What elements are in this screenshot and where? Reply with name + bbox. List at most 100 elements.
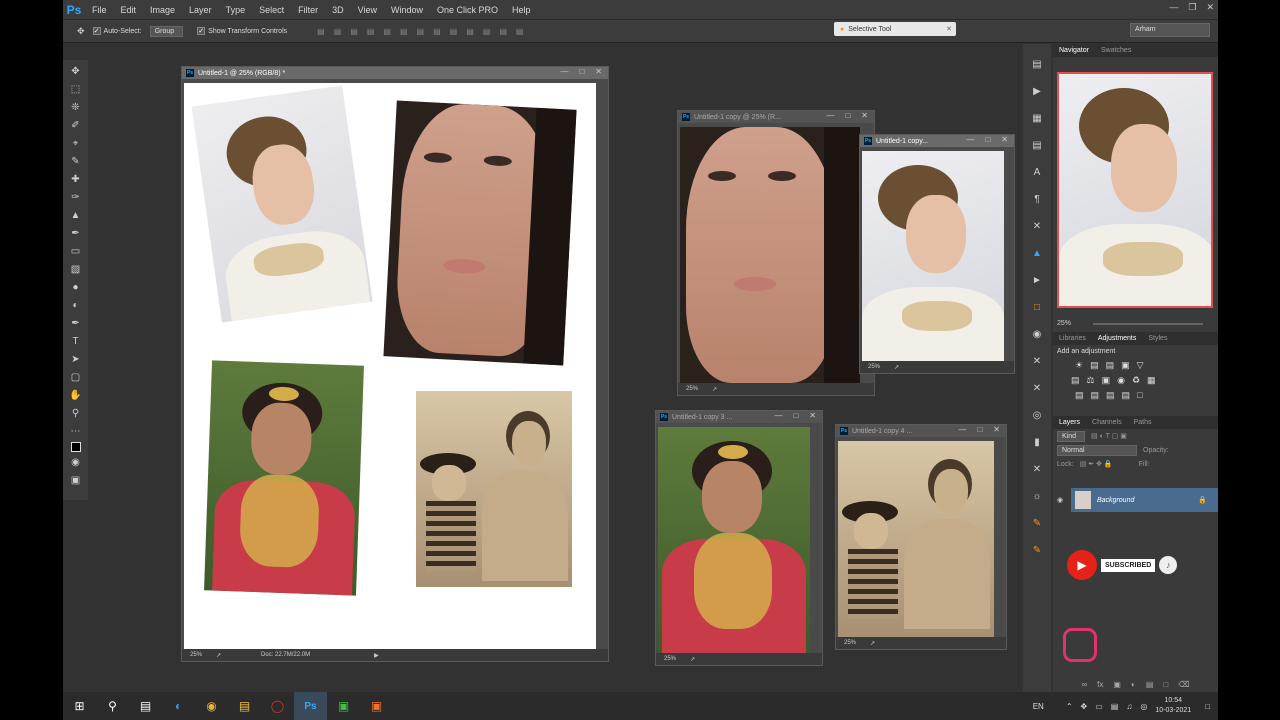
language-indicator[interactable]: EN	[1033, 702, 1044, 711]
selective-color-icon[interactable]: □	[1137, 390, 1142, 401]
mask-icon[interactable]: ▣	[1113, 680, 1121, 689]
align-bottom-icon[interactable]: ▤	[350, 27, 358, 36]
menu-file[interactable]: File	[85, 5, 114, 15]
tool-presets-icon[interactable]: ✕	[1033, 216, 1041, 237]
chrome-icon[interactable]: ◉	[195, 692, 228, 720]
canvas[interactable]	[184, 83, 596, 651]
filter-icons[interactable]: ▤ ◐ T ▢ ▣	[1091, 432, 1127, 440]
document-window-copy3[interactable]: Ps Untitled-1 copy 3 ... — □ ✕ 25% ↗	[655, 410, 823, 666]
close-icon[interactable]: ✕	[1206, 2, 1214, 13]
photoshop-taskbar-icon[interactable]: Ps	[294, 692, 327, 720]
menu-filter[interactable]: Filter	[291, 5, 325, 15]
history-brush-icon[interactable]: ✒	[71, 226, 79, 241]
align-top-icon[interactable]: ▤	[317, 27, 325, 36]
plugin-icon[interactable]: ►	[1032, 270, 1042, 291]
shape-tool-icon[interactable]: ▢	[71, 370, 80, 385]
photo-face-closeup[interactable]	[383, 100, 577, 366]
kind-filter-dropdown[interactable]: Kind	[1057, 430, 1086, 442]
workspace-switcher[interactable]: Arham	[1130, 23, 1210, 37]
move-tool-icon[interactable]: ✥	[71, 64, 79, 79]
share-icon[interactable]: ↗	[712, 386, 717, 393]
maximize-icon[interactable]: □	[793, 411, 798, 420]
menu-3d[interactable]: 3D	[325, 5, 351, 15]
lasso-tool-icon[interactable]: ❊	[71, 100, 79, 115]
bluetooth-icon[interactable]: ✥	[1081, 702, 1088, 711]
distribute-icon[interactable]: ▤	[417, 27, 425, 36]
menu-one-click-pro[interactable]: One Click PRO	[430, 5, 505, 15]
task-view-icon[interactable]: ▤	[129, 692, 162, 720]
tab-adjustments[interactable]: Adjustments	[1092, 335, 1143, 342]
document-tab[interactable]: Ps Untitled-1 @ 25% (RGB/8) * — □ ✕	[182, 67, 608, 79]
gradient-map-icon[interactable]: ▤	[1122, 390, 1131, 401]
subscribe-button[interactable]: SUBSCRIBED	[1101, 558, 1156, 572]
auto-select-option[interactable]: ✓ Auto-Select:	[92, 27, 142, 35]
tab-styles[interactable]: Styles	[1142, 335, 1173, 342]
document-tab[interactable]: Ps Untitled-1 copy 4 ... — □ ✕	[836, 425, 1006, 437]
search-icon[interactable]: ⚲	[96, 692, 129, 720]
notification-icon[interactable]: □	[1205, 702, 1210, 711]
file-explorer-icon[interactable]: ▤	[228, 692, 261, 720]
pen-tool-icon[interactable]: ✒	[71, 316, 79, 331]
hand-tool-icon[interactable]: ✋	[69, 388, 81, 403]
tools-icon[interactable]: ✕	[1033, 459, 1041, 480]
zoom-tool-icon[interactable]: ⚲	[72, 406, 79, 421]
color-wheel-icon[interactable]: ◉	[1033, 324, 1042, 345]
dodge-tool-icon[interactable]: ◐	[72, 298, 78, 313]
color-lookup-icon[interactable]: ▦	[1147, 375, 1156, 386]
path-select-tool-icon[interactable]: ➤	[71, 352, 79, 367]
plugin-icon[interactable]: ☼	[1032, 486, 1041, 507]
adjustment-layer-icon[interactable]: ◐	[1131, 680, 1136, 689]
posterize-icon[interactable]: ▤	[1091, 390, 1100, 401]
camtasia-icon[interactable]: ▣	[327, 692, 360, 720]
photo-vintage-family[interactable]	[838, 441, 994, 637]
screen-mode-icon[interactable]: ▣	[71, 473, 80, 488]
document-tab[interactable]: Ps Untitled-1 copy... — □ ✕	[860, 135, 1014, 147]
brush-plugin-icon[interactable]: ✎	[1033, 540, 1041, 561]
visibility-eye-icon[interactable]: ◉	[1057, 496, 1063, 504]
share-icon[interactable]: ↗	[894, 364, 899, 371]
share-icon[interactable]: ↗	[690, 656, 695, 663]
clock[interactable]: 10:54 10-03-2021	[1155, 696, 1191, 716]
windows-start-icon[interactable]: ⊞	[63, 692, 96, 720]
info-icon[interactable]: ▤	[1032, 135, 1041, 156]
zoom-level[interactable]: 25%	[844, 640, 856, 646]
menu-layer[interactable]: Layer	[182, 5, 219, 15]
new-layer-icon[interactable]: □	[1163, 680, 1168, 689]
invert-icon[interactable]: ▤	[1075, 390, 1084, 401]
tab-paths[interactable]: Paths	[1128, 419, 1158, 426]
align-left-icon[interactable]: ▤	[367, 27, 375, 36]
document-tab[interactable]: Ps Untitled-1 copy @ 25% (R... — □ ✕	[678, 111, 874, 123]
blend-mode-dropdown[interactable]: Normal	[1057, 444, 1137, 456]
distribute-icon[interactable]: ▤	[433, 27, 441, 36]
distribute-icon[interactable]: ▤	[483, 27, 491, 36]
levels-icon[interactable]: ▤	[1090, 360, 1099, 371]
curves-icon[interactable]: ▤	[1106, 360, 1115, 371]
quick-mask-icon[interactable]: ◉	[71, 455, 80, 470]
tab-libraries[interactable]: Libraries	[1053, 335, 1092, 342]
pause-icon[interactable]: ▮	[1034, 432, 1040, 453]
bell-icon[interactable]: ♪	[1159, 556, 1178, 574]
document-window-main[interactable]: Ps Untitled-1 @ 25% (RGB/8) * — □ ✕ 25% …	[181, 66, 609, 662]
gradient-tool-icon[interactable]: ▧	[71, 262, 80, 277]
volume-icon[interactable]: ♫	[1126, 702, 1132, 711]
battery-icon[interactable]: ▭	[1095, 702, 1103, 711]
foreground-color-swatch[interactable]	[70, 442, 81, 452]
lock-icon[interactable]: 🔒	[1198, 496, 1207, 504]
paragraph-icon[interactable]: ¶	[1034, 189, 1039, 210]
quick-select-tool-icon[interactable]: ✐	[71, 118, 79, 133]
menu-view[interactable]: View	[351, 5, 384, 15]
photo-profile-woman[interactable]	[191, 85, 373, 323]
trash-icon[interactable]: ⌫	[1178, 680, 1189, 689]
crop-tool-icon[interactable]: ⌖	[73, 136, 79, 151]
auto-align-icon[interactable]: ▤	[516, 27, 524, 36]
app-icon[interactable]: ▣	[360, 692, 393, 720]
fx-icon[interactable]: fx	[1097, 680, 1103, 689]
history-icon[interactable]: ▤	[1032, 54, 1041, 75]
close-icon[interactable]: ✕	[1001, 135, 1008, 144]
menu-help[interactable]: Help	[505, 5, 538, 15]
brightness-icon[interactable]: ☀	[1075, 360, 1083, 371]
navigator-preview[interactable]	[1057, 72, 1213, 308]
distribute-icon[interactable]: ▤	[450, 27, 458, 36]
tools-icon[interactable]: ✕	[1033, 351, 1041, 372]
layer-row-background[interactable]: ◉ Background 🔒	[1057, 488, 1218, 512]
